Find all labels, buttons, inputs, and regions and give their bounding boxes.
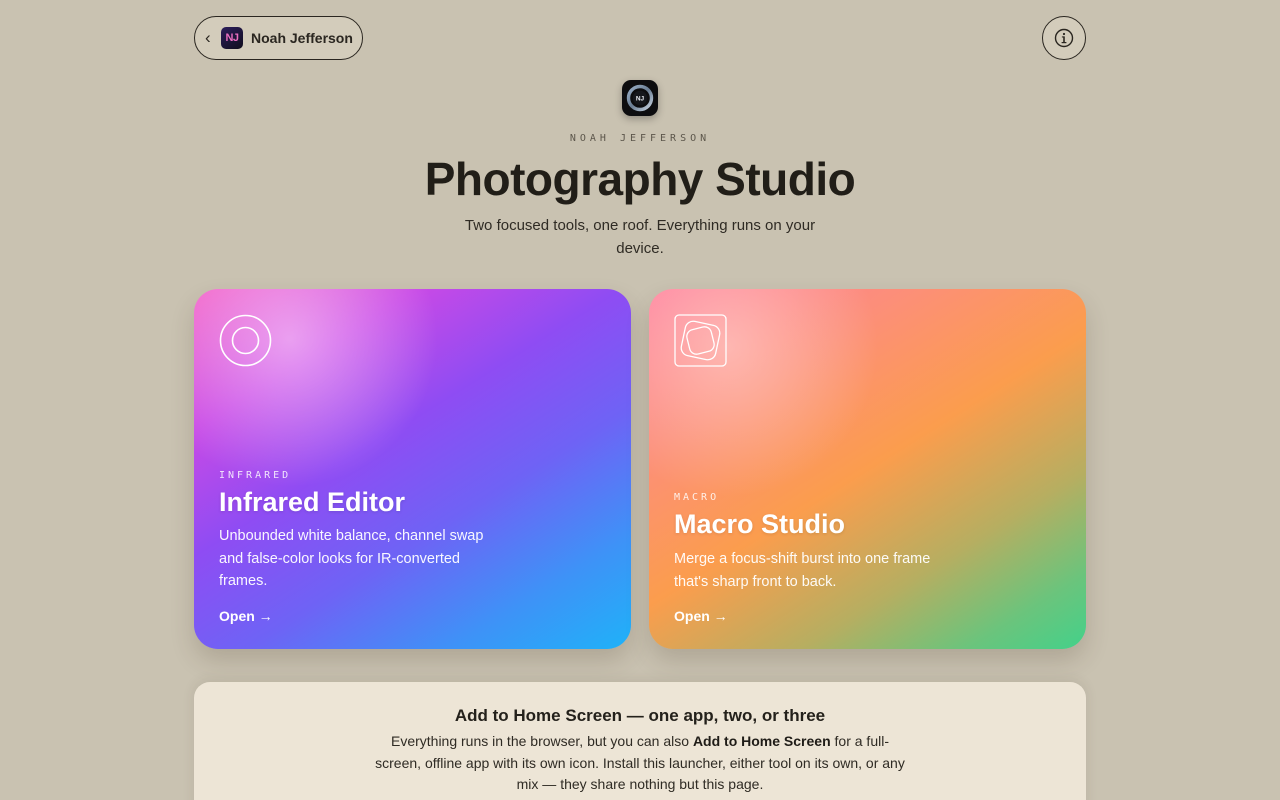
app-logo: NJ: [622, 80, 658, 116]
author-eyebrow: NOAH JEFFERSON: [569, 133, 711, 144]
card-title: Infrared Editor: [219, 487, 406, 517]
logo-initials: NJ: [636, 96, 645, 103]
card-tag: INFRARED: [219, 470, 292, 481]
install-title: Add to Home Screen — one app, two, or th…: [454, 706, 826, 725]
back-button[interactable]: ‹ NJ Noah Jefferson: [194, 16, 363, 60]
page-title: Photography Studio: [424, 153, 856, 205]
ring-icon: [219, 314, 272, 367]
info-circle-icon: [1054, 28, 1074, 48]
author-avatar: NJ: [221, 27, 243, 49]
card-description: Merge a focus-shift burst into one frame…: [674, 551, 931, 590]
install-body-emphasis: Add to Home Screen: [692, 733, 831, 749]
infrared-editor-card[interactable]: INFRARED Infrared Editor Unbounded white…: [194, 289, 631, 649]
open-link[interactable]: Open →: [674, 608, 728, 624]
macro-studio-card[interactable]: MACRO Macro Studio Merge a focus-shift b…: [649, 289, 1086, 649]
install-panel: Add to Home Screen — one app, two, or th…: [194, 682, 1086, 800]
launcher-page: ‹ NJ Noah Jefferson NJ NOAH JEFFERSON Ph…: [0, 0, 1280, 800]
lens-aperture-icon: NJ: [626, 84, 654, 112]
install-body: Everything runs in the browser, but you …: [374, 731, 906, 796]
page-subtitle: Two focused tools, one roof. Everything …: [464, 217, 816, 257]
card-description: Unbounded white balance, channel swap an…: [219, 528, 484, 589]
install-body-text: Everything runs in the browser, but you …: [390, 733, 693, 749]
open-link[interactable]: Open →: [219, 608, 273, 624]
info-button[interactable]: [1042, 16, 1086, 60]
back-label: Noah Jefferson: [251, 30, 353, 46]
card-title: Macro Studio: [674, 509, 846, 539]
card-tag: MACRO: [674, 492, 720, 503]
stacked-squares-icon: [674, 314, 727, 367]
chevron-left-icon: ‹: [205, 28, 211, 47]
